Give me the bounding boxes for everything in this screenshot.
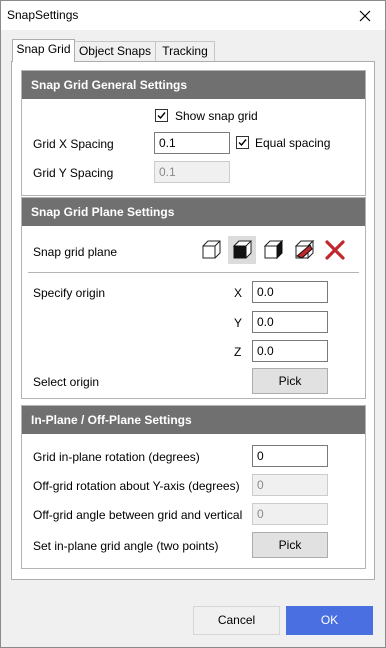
rotation-input[interactable]: 0 bbox=[252, 445, 328, 467]
origin-y-input[interactable]: 0.0 bbox=[252, 311, 328, 333]
origin-z-input[interactable]: 0.0 bbox=[252, 340, 328, 362]
window-title: SnapSettings bbox=[7, 8, 79, 22]
show-snap-grid-checkbox[interactable] bbox=[155, 109, 168, 122]
snap-grid-plane-label: Snap grid plane bbox=[33, 245, 118, 259]
delete-x-icon bbox=[325, 240, 345, 260]
title-bar: SnapSettings bbox=[1, 1, 385, 30]
plane-side-button[interactable] bbox=[259, 236, 287, 264]
general-settings-group: Snap Grid General Settings Show snap gri… bbox=[21, 70, 366, 196]
plane-settings-header: Snap Grid Plane Settings bbox=[22, 198, 365, 226]
delete-plane-button[interactable] bbox=[321, 236, 349, 264]
grid-y-spacing-input: 0.1 bbox=[154, 161, 230, 183]
snap-settings-window: SnapSettings Snap Grid Object Snaps Trac… bbox=[0, 0, 386, 648]
plane-angled-button[interactable] bbox=[290, 236, 318, 264]
specify-origin-label: Specify origin bbox=[33, 286, 106, 300]
close-icon bbox=[359, 10, 371, 21]
offgrid-rotation-input: 0 bbox=[252, 474, 328, 496]
origin-y-label: Y bbox=[234, 316, 243, 330]
tab-tracking[interactable]: Tracking bbox=[155, 41, 215, 61]
cancel-button[interactable]: Cancel bbox=[193, 606, 280, 635]
plane-top-button[interactable] bbox=[228, 236, 256, 264]
plane-divider bbox=[28, 272, 359, 273]
offgrid-rotation-label: Off-grid rotation about Y-axis (degrees) bbox=[33, 479, 240, 493]
equal-spacing-checkbox[interactable] bbox=[236, 136, 249, 149]
offgrid-angle-input: 0 bbox=[252, 503, 328, 525]
cube-angled-face-icon bbox=[294, 239, 315, 260]
cube-front-face-icon bbox=[202, 240, 221, 259]
checkmark-icon bbox=[238, 139, 247, 147]
plane-settings-group: Snap Grid Plane Settings Snap grid plane bbox=[21, 197, 366, 399]
select-origin-label: Select origin bbox=[33, 375, 100, 389]
grid-y-label: Grid Y Spacing bbox=[33, 166, 114, 180]
origin-x-label: X bbox=[234, 286, 243, 300]
tab-object-snaps[interactable]: Object Snaps bbox=[74, 41, 156, 61]
origin-z-label: Z bbox=[234, 345, 242, 359]
equal-spacing-label: Equal spacing bbox=[255, 136, 331, 150]
two-points-label: Set in-plane grid angle (two points) bbox=[33, 539, 219, 553]
cube-top-face-icon bbox=[232, 240, 253, 259]
pick-origin-button[interactable]: Pick bbox=[252, 368, 328, 394]
pick-angle-button[interactable]: Pick bbox=[252, 532, 328, 558]
plane-front-button[interactable] bbox=[197, 236, 225, 264]
origin-x-input[interactable]: 0.0 bbox=[252, 281, 328, 303]
grid-x-label: Grid X Spacing bbox=[33, 137, 114, 151]
grid-x-spacing-input[interactable]: 0.1 bbox=[154, 132, 230, 154]
inplane-settings-header: In-Plane / Off-Plane Settings bbox=[22, 406, 365, 434]
tab-snap-grid[interactable]: Snap Grid bbox=[12, 39, 75, 62]
offgrid-angle-label: Off-grid angle between grid and vertical bbox=[33, 508, 243, 522]
checkmark-icon bbox=[157, 112, 166, 120]
close-button[interactable] bbox=[345, 1, 385, 30]
cube-side-face-icon bbox=[263, 239, 284, 260]
rotation-label: Grid in-plane rotation (degrees) bbox=[33, 450, 200, 464]
general-settings-header: Snap Grid General Settings bbox=[22, 71, 365, 99]
inplane-settings-group: In-Plane / Off-Plane Settings Grid in-pl… bbox=[21, 405, 366, 569]
snap-grid-tab-page: Snap Grid General Settings Show snap gri… bbox=[11, 61, 375, 580]
show-snap-grid-label: Show snap grid bbox=[175, 109, 258, 123]
ok-button[interactable]: OK bbox=[286, 606, 373, 635]
